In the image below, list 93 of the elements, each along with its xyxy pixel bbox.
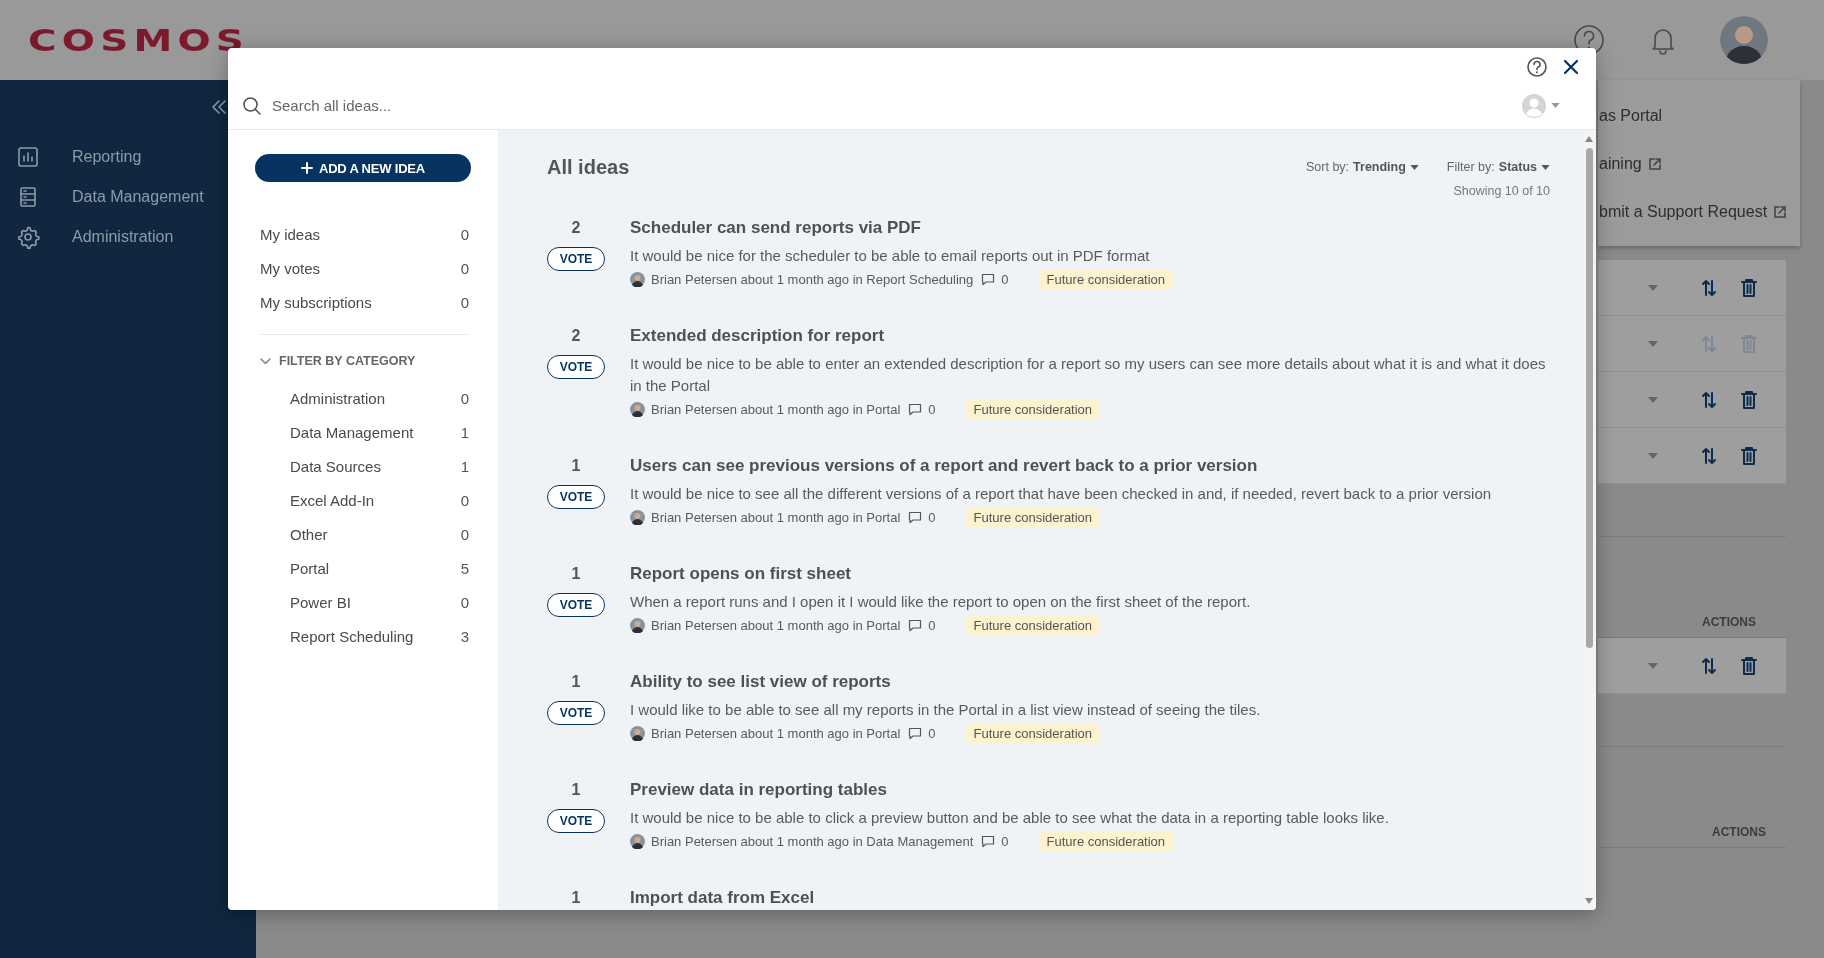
count: 3 [460, 627, 469, 645]
count: 0 [460, 593, 469, 611]
idea-meta: Brian Petersen about 1 month ago in Data Management [651, 833, 974, 849]
idea-title[interactable]: Import data from Excel [630, 888, 815, 908]
vote-count: 1 [571, 565, 581, 583]
count: 0 [460, 293, 469, 311]
idea-title[interactable]: Users can see previous versions of a report and revert back to a prior version [630, 456, 1258, 476]
idea-description: It would be nice to be able to enter an extended description for a report so my users can see more details about what it is and what it does in the Portal [630, 354, 1547, 396]
search-field[interactable]: Search all ideas... [270, 96, 1513, 115]
category-item[interactable]: Power BI 0 [255, 585, 469, 619]
category-label: Administration [290, 389, 386, 407]
idea-meta: Brian Petersen about 1 month ago in Portal [651, 509, 901, 525]
idea-title[interactable]: Extended description for report [630, 326, 885, 346]
idea-description: I would like to be able to see all my reports in the Portal in a list view instead of seeing the tiles. [630, 700, 1262, 720]
count: 1 [460, 423, 469, 441]
filter-label: My votes [260, 259, 320, 277]
vote-count: 1 [571, 457, 581, 475]
comment-count: 0 [1001, 271, 1009, 287]
idea-title[interactable]: Ability to see list view of reports [630, 672, 891, 692]
count: 0 [460, 225, 469, 243]
category-label: Portal [290, 559, 330, 577]
count: 0 [460, 491, 469, 509]
status-tag: Future consideration [1038, 831, 1174, 851]
category-label: Power BI [290, 593, 351, 611]
category-item[interactable]: Data Management 1 [255, 415, 469, 449]
add-idea-button[interactable]: ADD A NEW IDEA [255, 154, 471, 182]
category-label: Report Scheduling [290, 627, 414, 645]
idea-meta: Brian Petersen about 1 month ago in Report Scheduling [651, 271, 974, 287]
category-filter-toggle[interactable]: FILTER BY CATEGORY [255, 341, 422, 381]
category-item[interactable]: Other 0 [255, 517, 469, 551]
idea-meta: Brian Petersen about 1 month ago in Portal [651, 617, 901, 633]
count: 0 [460, 389, 469, 407]
category-item[interactable]: Data Sources 1 [255, 449, 469, 483]
count: 0 [460, 525, 469, 543]
vote-button[interactable]: VOTE [547, 809, 605, 833]
vote-button[interactable]: VOTE [547, 355, 605, 379]
count: 5 [460, 559, 469, 577]
comment-count: 0 [928, 725, 936, 741]
nav-item[interactable]: Data Management [0, 177, 256, 217]
logo: COSMOS [28, 22, 250, 58]
vote-count: 1 [571, 889, 581, 907]
idea-description: When a report runs and I open it I would like the report to open on the first sheet of the report. [630, 592, 1252, 612]
filter-item[interactable]: My votes 0 [255, 251, 469, 285]
column-header: ACTIONS [1702, 615, 1756, 629]
vote-count: 1 [571, 673, 581, 691]
filter-item[interactable]: My ideas 0 [255, 217, 469, 251]
comment-count: 0 [928, 509, 936, 525]
category-label: Data Management [290, 423, 414, 441]
sort-dropdown[interactable]: Sort by: Trending [1306, 160, 1419, 174]
status-tag: Future consideration [965, 399, 1101, 419]
idea-description: It would be nice for the scheduler to be able to email reports out in PDF format [630, 246, 1151, 266]
idea-title[interactable]: Report opens on first sheet [630, 564, 852, 584]
filter-dropdown[interactable]: Filter by: Status [1446, 160, 1550, 174]
count: 0 [460, 259, 469, 277]
vote-button[interactable]: VOTE [547, 593, 605, 617]
category-item[interactable]: Administration 0 [255, 381, 469, 415]
nav-item[interactable]: Reporting [0, 137, 256, 177]
idea-description: It would be nice to see all the different versions of a report that have been checked in and, if needed, revert back to a prior version [630, 484, 1493, 504]
menu-item[interactable]: aining [1598, 140, 1800, 188]
status-tag: Future consideration [965, 723, 1101, 743]
nav-item[interactable]: Administration [0, 217, 256, 257]
vote-button[interactable]: VOTE [547, 485, 605, 509]
menu-item[interactable]: bmit a Support Request [1598, 188, 1800, 236]
category-item[interactable]: Portal 5 [255, 551, 469, 585]
vote-count: 2 [571, 327, 581, 345]
vote-count: 1 [571, 781, 581, 799]
page-heading: All ideas [547, 155, 631, 179]
vote-count: 2 [571, 219, 581, 237]
idea-meta: Brian Petersen about 1 month ago in Portal [651, 725, 901, 741]
category-label: Data Sources [290, 457, 381, 475]
idea-description: It would be nice to be able to click a preview button and be able to see what the data in a reporting table looks like. [630, 808, 1390, 828]
comment-count: 0 [928, 401, 936, 417]
category-item[interactable]: Excel Add-In 0 [255, 483, 469, 517]
category-label: Excel Add-In [290, 491, 375, 509]
status-tag: Future consideration [965, 507, 1101, 527]
category-label: Other [290, 525, 328, 543]
idea-title[interactable]: Preview data in reporting tables [630, 780, 887, 800]
comment-count: 0 [1001, 833, 1009, 849]
idea-meta: Brian Petersen about 1 month ago in Portal [651, 401, 901, 417]
filter-item[interactable]: My subscriptions 0 [255, 285, 469, 319]
filter-label: My ideas [260, 225, 321, 243]
column-header: ACTIONS [1712, 825, 1766, 839]
status-tag: Future consideration [1038, 269, 1174, 289]
count: 1 [460, 457, 469, 475]
menu-item[interactable]: as Portal [1598, 92, 1800, 140]
idea-title[interactable]: Scheduler can send reports via PDF [630, 218, 921, 238]
vote-button[interactable]: VOTE [547, 247, 605, 271]
result-count: Showing 10 of 10 [1453, 184, 1550, 198]
category-item[interactable]: Report Scheduling 3 [255, 619, 469, 653]
vote-button[interactable]: VOTE [547, 701, 605, 725]
comment-count: 0 [928, 617, 936, 633]
status-tag: Future consideration [965, 615, 1101, 635]
filter-label: My subscriptions [260, 293, 372, 311]
